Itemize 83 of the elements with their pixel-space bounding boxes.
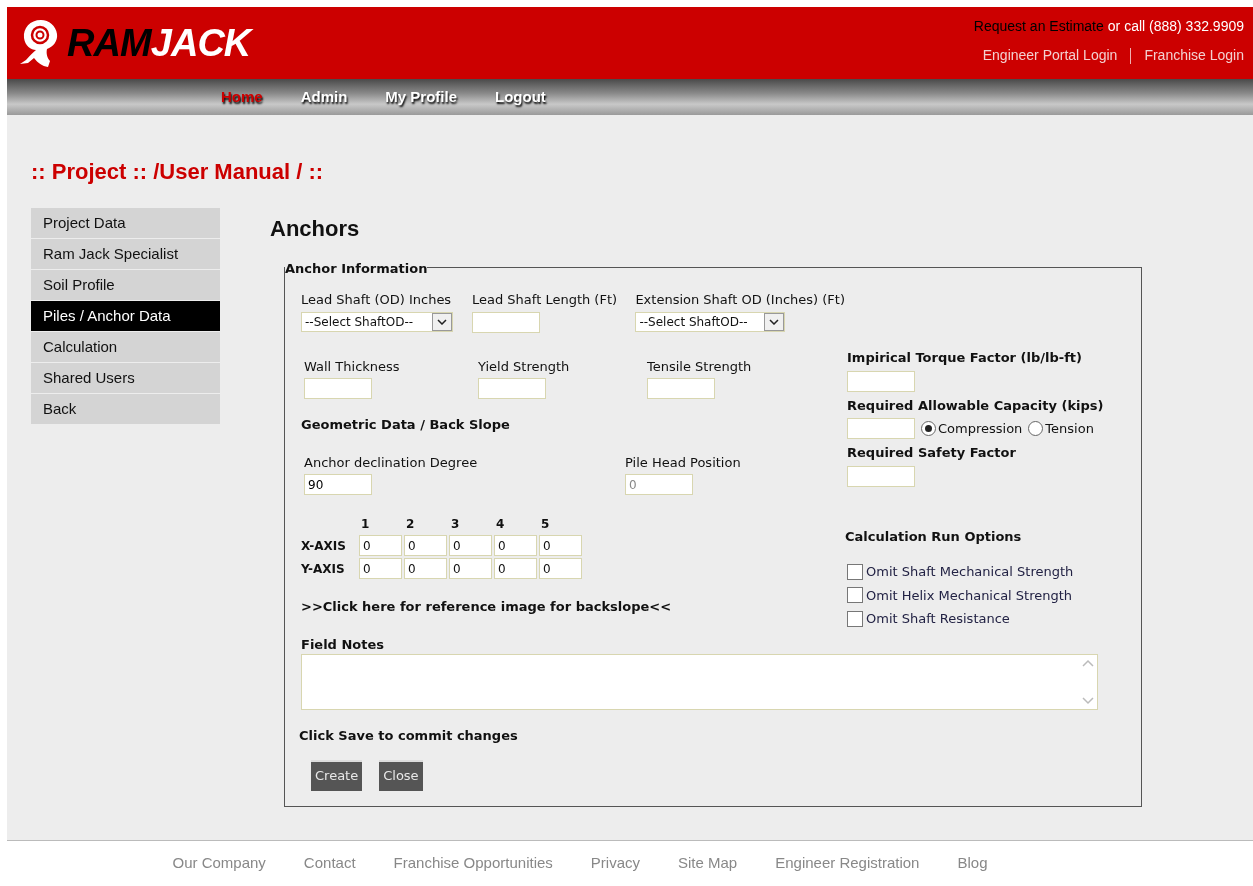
sidebar-item[interactable]: Calculation (31, 332, 220, 362)
radio-option[interactable]: Compression (921, 418, 1023, 439)
phone-text: or call (888) 332.9909 (1107, 17, 1244, 36)
radio-option[interactable]: Tension (1028, 418, 1094, 439)
checkbox-label: Omit Shaft Mechanical Strength (866, 563, 1074, 581)
field-label: Lead Shaft (OD) Inches (301, 291, 453, 309)
field-label: Extension Shaft OD (Inches) (Ft) (635, 291, 845, 309)
input-field[interactable] (472, 311, 540, 333)
sidebar-item[interactable]: Project Data (31, 208, 220, 238)
checkbox[interactable] (847, 587, 863, 604)
input-field[interactable] (847, 418, 915, 439)
input-field[interactable]: 0 (449, 558, 492, 579)
checkbox-label: Omit Shaft Resistance (866, 610, 1010, 628)
footer-link[interactable]: Site Map (678, 852, 738, 875)
column-header: 4 (495, 516, 506, 533)
field-label: Lead Shaft Length (Ft) (472, 291, 619, 309)
sidebar-item[interactable]: Shared Users (31, 363, 220, 393)
sidebar-item[interactable]: Piles / Anchor Data (31, 301, 220, 331)
field-label: Wall Thickness (304, 357, 401, 376)
field-label: Yield Strength (478, 357, 571, 376)
section-title: Anchors (270, 215, 361, 243)
column-header: 2 (405, 516, 416, 533)
input-field[interactable] (847, 370, 915, 392)
field-label: Impirical Torque Factor (lb/lb-ft) (847, 349, 1083, 367)
save-hint: Click Save to commit changes (299, 727, 519, 745)
login-link[interactable]: Engineer Portal Login (982, 45, 1118, 66)
field-label: Tensile Strength (647, 357, 753, 376)
input-field[interactable]: 0 (359, 558, 402, 579)
axis-label: Y-AXIS (301, 560, 346, 578)
input-field[interactable] (647, 378, 715, 399)
page-title: :: Project :: /User Manual / :: (31, 158, 325, 186)
field-label: Required Safety Factor (847, 444, 1017, 462)
input-field[interactable] (847, 465, 915, 487)
input-field[interactable]: 90 (304, 474, 372, 495)
column-header: 5 (540, 516, 551, 533)
field-label: Field Notes (301, 635, 386, 654)
footer-link[interactable]: Contact (303, 852, 356, 875)
field-label: Anchor declination Degree (304, 453, 479, 472)
chevron-down-icon (769, 318, 780, 325)
shaft-select[interactable]: --Select ShaftOD-- (301, 311, 453, 332)
estimate-link[interactable]: Request an Estimate (973, 16, 1104, 37)
reference-link[interactable]: >>Click here for reference image for backslope<< (301, 597, 845, 617)
checkbox[interactable] (847, 563, 863, 580)
form-button[interactable]: Create (311, 759, 363, 791)
footer-link[interactable]: Engineer Registration (775, 852, 920, 875)
column-header: 3 (450, 516, 461, 533)
input-field[interactable]: 0 (404, 535, 447, 556)
column-header: 1 (360, 516, 371, 533)
footer-link[interactable]: Our Company (172, 852, 266, 875)
sidebar-item[interactable]: Soil Profile (31, 270, 220, 300)
scroll-down-icon[interactable] (1082, 697, 1094, 705)
login-link[interactable]: Franchise Login (1144, 45, 1244, 66)
notes-textarea[interactable] (301, 654, 1098, 710)
radio-label: Compression (938, 419, 1023, 438)
input-field[interactable]: 0 (494, 558, 537, 579)
section-heading: Calculation Run Options (845, 527, 1023, 546)
radio-button[interactable] (1028, 421, 1044, 436)
sidebar-item[interactable]: Back (31, 394, 220, 424)
input-field[interactable]: 0 (359, 535, 402, 556)
sidebar-item[interactable]: Ram Jack Specialist (31, 239, 220, 269)
field-label: Required Allowable Capacity (kips) (847, 396, 1104, 415)
input-field[interactable]: 0 (539, 558, 582, 579)
chevron-down-icon (437, 318, 447, 325)
shaft-select[interactable]: --Select ShaftOD-- (635, 311, 786, 332)
input-field[interactable]: 0 (494, 535, 537, 556)
section-heading: Geometric Data / Back Slope (301, 416, 511, 434)
checkbox-label: Omit Helix Mechanical Strength (866, 586, 1073, 605)
input-field[interactable] (478, 378, 546, 399)
checkbox[interactable] (847, 610, 863, 627)
scroll-up-icon[interactable] (1082, 659, 1094, 667)
input-field[interactable]: 0 (539, 535, 582, 556)
footer-link[interactable]: Blog (957, 852, 988, 875)
field-label: Pile Head Position (625, 453, 741, 472)
footer-link[interactable]: Franchise Opportunities (393, 852, 553, 875)
logo-text[interactable]: RAMJACK (67, 24, 251, 62)
axis-label: X-AXIS (301, 537, 347, 555)
form-button[interactable]: Close (379, 759, 423, 791)
input-field[interactable]: 0 (449, 535, 492, 556)
radio-button[interactable] (921, 421, 936, 436)
footer-link[interactable]: Privacy (590, 852, 640, 875)
input-field[interactable]: 0 (404, 558, 447, 579)
input-field[interactable] (304, 378, 372, 399)
radio-label: Tension (1045, 419, 1094, 438)
